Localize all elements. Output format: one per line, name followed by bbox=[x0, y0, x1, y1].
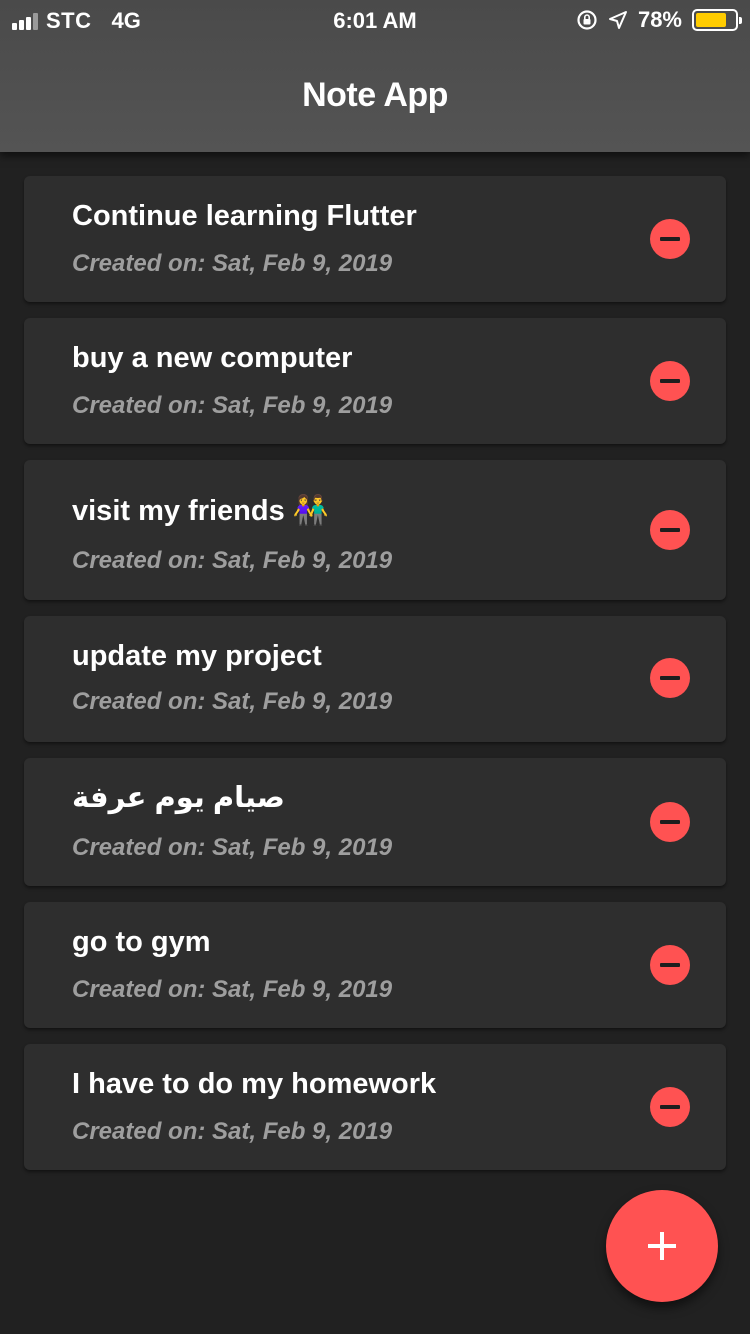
battery-icon bbox=[692, 9, 742, 31]
status-bar: STC 4G 6:01 AM 78% bbox=[0, 0, 750, 42]
note-card[interactable]: صيام يوم عرفة Created on: Sat, Feb 9, 201… bbox=[24, 758, 726, 886]
note-card[interactable]: I have to do my homework Created on: Sat,… bbox=[24, 1044, 726, 1170]
note-title: buy a new computer bbox=[72, 342, 353, 374]
add-note-button[interactable] bbox=[606, 1190, 718, 1302]
note-date: Created on: Sat, Feb 9, 2019 bbox=[72, 1118, 393, 1145]
note-card[interactable]: buy a new computer Created on: Sat, Feb 9… bbox=[24, 318, 726, 444]
delete-note-button[interactable] bbox=[650, 802, 690, 842]
battery-fill bbox=[696, 13, 726, 27]
note-date: Created on: Sat, Feb 9, 2019 bbox=[72, 547, 393, 574]
note-title: Continue learning Flutter bbox=[72, 200, 417, 232]
note-date: Created on: Sat, Feb 9, 2019 bbox=[72, 834, 393, 861]
note-list: Continue learning Flutter Created on: Sat… bbox=[24, 176, 726, 1186]
delete-note-button[interactable] bbox=[650, 510, 690, 550]
battery-percent: 78% bbox=[637, 7, 682, 32]
note-date: Created on: Sat, Feb 9, 2019 bbox=[72, 688, 393, 715]
delete-note-button[interactable] bbox=[650, 1087, 690, 1127]
page-title: Note App bbox=[302, 76, 448, 114]
delete-note-button[interactable] bbox=[650, 945, 690, 985]
delete-note-button[interactable] bbox=[650, 658, 690, 698]
note-date: Created on: Sat, Feb 9, 2019 bbox=[72, 976, 393, 1003]
note-title: visit my friends 👫 bbox=[72, 495, 329, 527]
note-card[interactable]: update my project Created on: Sat, Feb 9,… bbox=[24, 616, 726, 742]
note-title: I have to do my homework bbox=[72, 1068, 437, 1100]
delete-note-button[interactable] bbox=[650, 219, 690, 259]
location-icon bbox=[608, 11, 627, 29]
note-title: go to gym bbox=[72, 926, 211, 958]
orientation-lock-icon bbox=[577, 10, 597, 30]
note-title: update my project bbox=[72, 640, 322, 672]
note-date: Created on: Sat, Feb 9, 2019 bbox=[72, 392, 393, 419]
note-date: Created on: Sat, Feb 9, 2019 bbox=[72, 250, 393, 277]
delete-note-button[interactable] bbox=[650, 361, 690, 401]
note-card[interactable]: visit my friends 👫 Created on: Sat, Feb 9… bbox=[24, 460, 726, 600]
note-card[interactable]: Continue learning Flutter Created on: Sat… bbox=[24, 176, 726, 302]
note-title: صيام يوم عرفة bbox=[72, 782, 285, 814]
note-card[interactable]: go to gym Created on: Sat, Feb 9, 2019 bbox=[24, 902, 726, 1028]
app-bar: STC 4G 6:01 AM 78% Note App bbox=[0, 0, 750, 152]
